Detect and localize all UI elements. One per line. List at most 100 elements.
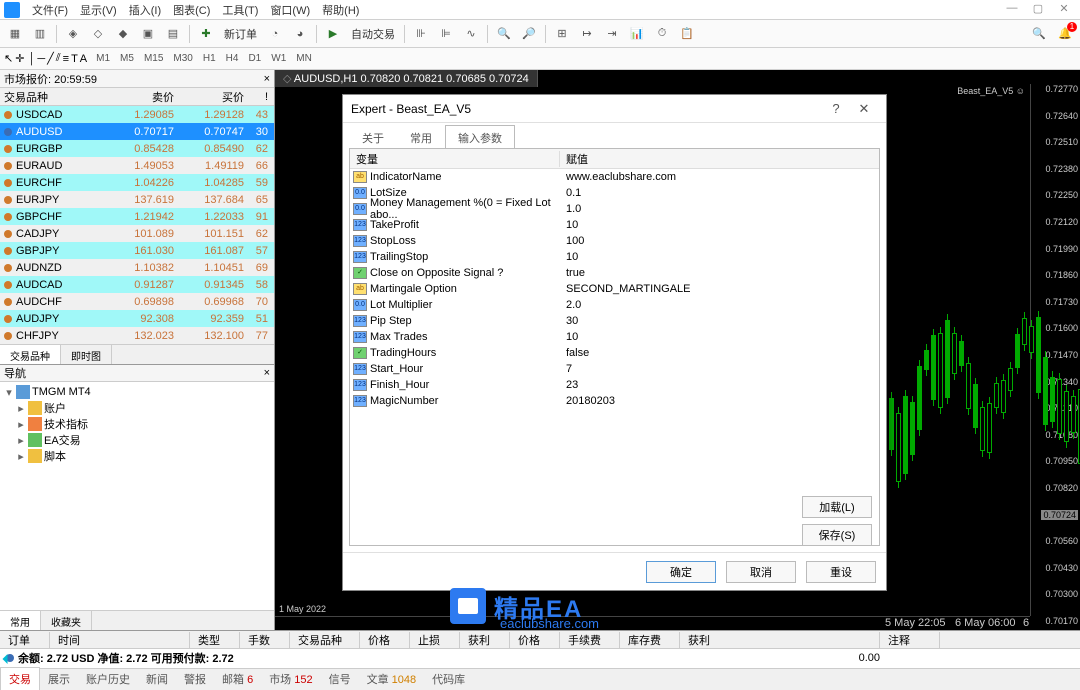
timeframe-d1[interactable]: D1: [243, 51, 266, 66]
menu-help[interactable]: 帮助(H): [316, 2, 365, 18]
term-col[interactable]: 价格: [360, 632, 410, 648]
timeframe-m1[interactable]: M1: [91, 51, 115, 66]
param-row[interactable]: ✓Close on Opposite Signal ?true: [350, 265, 879, 281]
term-col[interactable]: 获利: [460, 632, 510, 648]
indicators-icon[interactable]: 📊: [626, 23, 648, 45]
bottom-tab-展示[interactable]: 展示: [40, 668, 78, 690]
menu-chart[interactable]: 图表(C): [167, 2, 216, 18]
zoom-in-icon[interactable]: 🔍: [493, 23, 515, 45]
scroll-icon[interactable]: ⇥: [601, 23, 623, 45]
templates-icon[interactable]: 📋: [676, 23, 698, 45]
scroll-left-icon[interactable]: ⏴: [2, 651, 9, 668]
mw-row-gbpjpy[interactable]: GBPJPY161.030161.08757: [0, 242, 274, 259]
param-row[interactable]: 123Max Trades10: [350, 329, 879, 345]
navigator-icon[interactable]: ◆: [112, 23, 134, 45]
load-button[interactable]: 加载(L): [802, 496, 872, 518]
param-row[interactable]: abMartingale OptionSECOND_MARTINGALE: [350, 281, 879, 297]
param-row[interactable]: abIndicatorNamewww.eaclubshare.com: [350, 169, 879, 185]
ok-button[interactable]: 确定: [646, 561, 716, 583]
line-chart-icon[interactable]: ∿: [460, 23, 482, 45]
term-col[interactable]: 价格: [510, 632, 560, 648]
term-col[interactable]: 手续费: [560, 632, 620, 648]
nav-tab-common[interactable]: 常用: [0, 611, 41, 630]
autotrade-button[interactable]: 自动交易: [347, 26, 399, 42]
menu-insert[interactable]: 插入(I): [123, 2, 167, 18]
zoom-out-icon[interactable]: 🔎: [518, 23, 540, 45]
notify-icon[interactable]: 🔔: [1054, 23, 1076, 45]
periods-icon[interactable]: ⏱: [651, 23, 673, 45]
meta-icon[interactable]: ◔: [264, 23, 286, 45]
timeframe-mn[interactable]: MN: [291, 51, 317, 66]
timeframe-h4[interactable]: H4: [221, 51, 244, 66]
bar-chart-icon[interactable]: ⊪: [410, 23, 432, 45]
term-col[interactable]: 止损: [410, 632, 460, 648]
bottom-tab-警报[interactable]: 警报: [176, 668, 214, 690]
timeframe-m5[interactable]: M5: [115, 51, 139, 66]
timeframe-h1[interactable]: H1: [198, 51, 221, 66]
term-col[interactable]: 订单: [0, 632, 50, 648]
term-col[interactable]: 手数: [240, 632, 290, 648]
param-row[interactable]: 123TrailingStop10: [350, 249, 879, 265]
data-window-icon[interactable]: ◇: [87, 23, 109, 45]
term-col[interactable]: 交易品种: [290, 632, 360, 648]
hline-icon[interactable]: ─: [37, 53, 45, 65]
dialog-help-icon[interactable]: ?: [822, 101, 850, 116]
mw-row-eurjpy[interactable]: EURJPY137.619137.68465: [0, 191, 274, 208]
crosshair-icon[interactable]: ✛: [15, 52, 24, 65]
menu-tools[interactable]: 工具(T): [216, 2, 264, 18]
cursor-icon[interactable]: ↖: [4, 52, 13, 65]
cancel-button[interactable]: 取消: [726, 561, 796, 583]
signals-icon[interactable]: ◕: [289, 23, 311, 45]
candle-chart-icon[interactable]: ⊫: [435, 23, 457, 45]
mw-row-audcad[interactable]: AUDCAD0.912870.9134558: [0, 276, 274, 293]
timeframe-m15[interactable]: M15: [139, 51, 168, 66]
trendline-icon[interactable]: ╱: [47, 52, 54, 65]
term-col[interactable]: 注释: [880, 632, 940, 648]
bottom-tab-交易[interactable]: 交易: [0, 667, 40, 690]
text-icon[interactable]: T: [71, 53, 78, 65]
shift-icon[interactable]: ↦: [576, 23, 598, 45]
vline-icon[interactable]: │: [28, 53, 35, 65]
dialog-close-icon[interactable]: ✕: [850, 101, 878, 117]
maximize-icon[interactable]: ▢: [1026, 2, 1050, 18]
term-col[interactable]: 类型: [190, 632, 240, 648]
channel-icon[interactable]: ⫽: [56, 52, 61, 65]
mw-row-audjpy[interactable]: AUDJPY92.30892.35951: [0, 310, 274, 327]
minimize-icon[interactable]: —: [1000, 2, 1024, 18]
param-row[interactable]: 123TakeProfit10: [350, 217, 879, 233]
nav-root[interactable]: ▾ TMGM MT4: [2, 384, 272, 400]
param-row[interactable]: ✓TradingHoursfalse: [350, 345, 879, 361]
save-button[interactable]: 保存(S): [802, 524, 872, 546]
menu-view[interactable]: 显示(V): [74, 2, 123, 18]
param-row[interactable]: 123MagicNumber20180203: [350, 393, 879, 409]
mw-row-audusd[interactable]: AUDUSD0.707170.7074730: [0, 123, 274, 140]
mw-tab-ticks[interactable]: 即时图: [61, 345, 112, 364]
bottom-tab-信号[interactable]: 信号: [321, 668, 359, 690]
strategy-tester-icon[interactable]: ▤: [162, 23, 184, 45]
mw-row-audnzd[interactable]: AUDNZD1.103821.1045169: [0, 259, 274, 276]
mw-row-gbpchf[interactable]: GBPCHF1.219421.2203391: [0, 208, 274, 225]
mw-tab-symbols[interactable]: 交易品种: [0, 345, 61, 364]
mw-row-cadjpy[interactable]: CADJPY101.089101.15162: [0, 225, 274, 242]
bottom-tab-代码库[interactable]: 代码库: [424, 668, 473, 690]
new-order-icon[interactable]: ✚: [195, 23, 217, 45]
bottom-tab-市场[interactable]: 市场 152: [261, 668, 320, 690]
navigator-close-icon[interactable]: ×: [264, 367, 270, 379]
mw-row-usdcad[interactable]: USDCAD1.290851.2912843: [0, 106, 274, 123]
term-col[interactable]: 库存费: [620, 632, 680, 648]
mw-row-chfjpy[interactable]: CHFJPY132.023132.10077: [0, 327, 274, 344]
param-row[interactable]: 0.0Money Management %(0 = Fixed Lot abo.…: [350, 201, 879, 217]
menu-file[interactable]: 文件(F): [26, 2, 74, 18]
param-row[interactable]: 123Finish_Hour23: [350, 377, 879, 393]
nav-item-2[interactable]: ▸EA交易: [2, 432, 272, 448]
bottom-tab-新闻[interactable]: 新闻: [138, 668, 176, 690]
nav-item-1[interactable]: ▸技术指标: [2, 416, 272, 432]
autotrade-icon[interactable]: ▶: [322, 23, 344, 45]
profile-icon[interactable]: ▥: [29, 23, 51, 45]
reset-button[interactable]: 重设: [806, 561, 876, 583]
nav-item-0[interactable]: ▸账户: [2, 400, 272, 416]
nav-tab-favorites[interactable]: 收藏夹: [41, 611, 92, 630]
param-row[interactable]: 123StopLoss100: [350, 233, 879, 249]
mw-row-euraud[interactable]: EURAUD1.490531.4911966: [0, 157, 274, 174]
nav-item-3[interactable]: ▸脚本: [2, 448, 272, 464]
